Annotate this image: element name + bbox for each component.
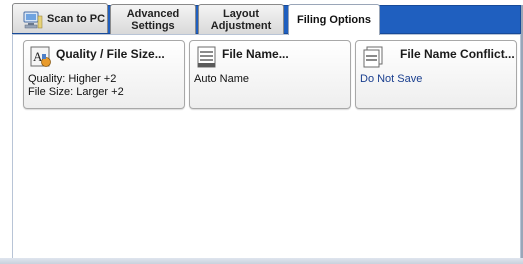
- tab-label: Filing Options: [297, 14, 371, 26]
- file-size-line: File Size: Larger +2: [28, 86, 124, 98]
- quality-line: Quality: Higher +2: [28, 73, 117, 85]
- button-title: Quality / File Size...: [56, 47, 165, 61]
- tab-filing-options[interactable]: Filing Options: [288, 4, 380, 35]
- computer-icon: [23, 11, 43, 29]
- button-title: File Name...: [222, 47, 289, 61]
- quality-file-size-button[interactable]: A Quality / File Size... Quality: Higher…: [23, 40, 185, 109]
- quality-icon: A: [30, 46, 51, 67]
- scan-to-pc-screen: Scan to PC Advanced Settings Layout Adju…: [0, 0, 523, 264]
- file-name-conflict-value: Do Not Save: [360, 73, 423, 85]
- file-name-conflict-button[interactable]: File Name Conflict... Do Not Save: [355, 40, 517, 109]
- file-name-button[interactable]: File Name... Auto Name: [189, 40, 351, 109]
- tab-label: Layout Adjustment: [210, 7, 272, 32]
- tab-layout-adjustment[interactable]: Layout Adjustment: [198, 4, 284, 34]
- tab-advanced-settings[interactable]: Advanced Settings: [110, 4, 196, 34]
- tab-scan-to-pc[interactable]: Scan to PC: [12, 3, 108, 33]
- footer-strip: [0, 258, 523, 264]
- documents-icon: [363, 46, 383, 68]
- tab-label: Advanced Settings: [126, 7, 180, 32]
- tab-label: Scan to PC: [47, 12, 106, 25]
- document-icon: [197, 46, 216, 68]
- quality-value: Quality: Higher +2 File Size: Larger +2: [28, 73, 124, 99]
- button-title: File Name Conflict...: [400, 47, 515, 61]
- file-name-value: Auto Name: [194, 73, 250, 85]
